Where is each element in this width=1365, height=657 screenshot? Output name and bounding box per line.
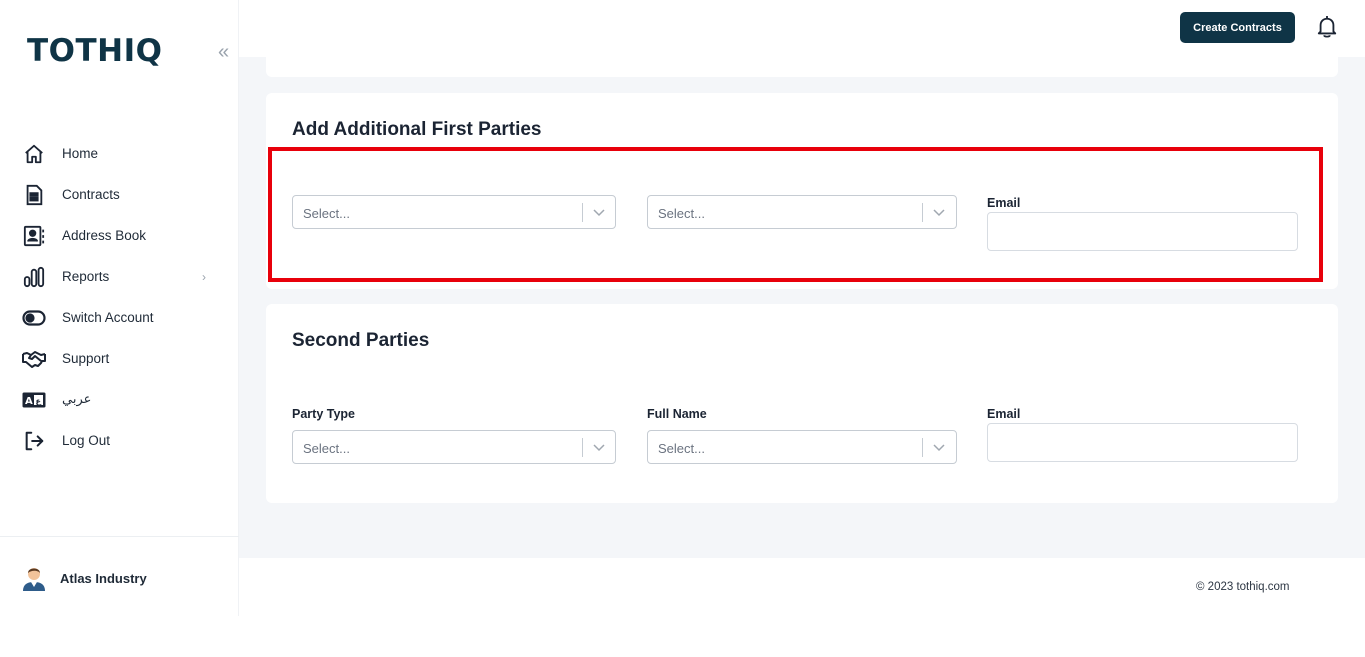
full-name-label: Full Name	[647, 407, 707, 421]
sidebar-item-logout[interactable]: Log Out	[22, 420, 222, 461]
sidebar-item-label: Contracts	[62, 187, 120, 202]
select-separator	[922, 203, 923, 222]
chevron-down-icon	[592, 440, 606, 454]
select-placeholder: Select...	[303, 206, 350, 221]
second-parties-card: Second Parties Party Type Select... Full…	[266, 304, 1338, 503]
previous-section-card	[266, 57, 1338, 77]
user-avatar-icon	[22, 565, 46, 591]
handshake-icon	[22, 347, 46, 371]
brand-logo[interactable]: TOTHIQ	[27, 33, 162, 69]
full-name-select[interactable]: Select...	[647, 195, 957, 229]
chevron-down-icon	[592, 205, 606, 219]
party-type-select[interactable]: Select...	[292, 195, 616, 229]
party-type-label: Party Type	[292, 407, 355, 421]
copyright-text: © 2023 tothiq.com	[1196, 581, 1290, 593]
email-field[interactable]	[987, 212, 1298, 251]
email-label: Email	[987, 196, 1021, 210]
section-title: Second Parties	[292, 330, 430, 351]
party-type-select[interactable]: Select...	[292, 430, 616, 464]
section-title: Add Additional First Parties	[292, 119, 542, 140]
footer: © 2023 tothiq.com	[239, 558, 1365, 616]
home-icon	[22, 142, 46, 166]
address-book-icon	[22, 224, 46, 248]
sidebar-item-contracts[interactable]: Contracts	[22, 174, 222, 215]
email-label: Email	[987, 407, 1021, 421]
select-placeholder: Select...	[658, 441, 705, 456]
collapse-sidebar-icon[interactable]: «	[218, 42, 229, 62]
top-bar: Create Contracts	[239, 0, 1365, 57]
toggle-icon	[22, 306, 46, 330]
select-placeholder: Select...	[658, 206, 705, 221]
svg-text:A: A	[25, 396, 33, 407]
sidebar-nav: Home Contracts Address Book Reports › Sw…	[22, 133, 222, 461]
user-profile[interactable]: Atlas Industry	[0, 536, 239, 616]
sidebar-item-support[interactable]: Support	[22, 338, 222, 379]
first-parties-card: Add Additional First Parties Select... S…	[266, 93, 1338, 289]
document-icon	[22, 183, 46, 207]
sidebar-item-language[interactable]: Aع عربي	[22, 379, 222, 420]
select-separator	[582, 203, 583, 222]
select-separator	[922, 438, 923, 457]
chevron-right-icon: ›	[202, 269, 206, 284]
sidebar-item-label: Support	[62, 351, 110, 366]
sidebar-item-label: عربي	[62, 392, 92, 407]
sidebar-item-label: Switch Account	[62, 310, 154, 325]
sidebar-item-switch-account[interactable]: Switch Account	[22, 297, 222, 338]
sidebar-item-address-book[interactable]: Address Book	[22, 215, 222, 256]
email-field[interactable]	[987, 423, 1298, 462]
bell-icon[interactable]	[1316, 15, 1338, 39]
user-name: Atlas Industry	[60, 571, 147, 586]
svg-text:ع: ع	[36, 396, 42, 405]
select-placeholder: Select...	[303, 441, 350, 456]
sidebar-item-label: Reports	[62, 269, 110, 284]
sidebar-item-reports[interactable]: Reports ›	[22, 256, 222, 297]
create-contracts-button[interactable]: Create Contracts	[1180, 12, 1295, 43]
translate-icon: Aع	[22, 388, 46, 412]
full-name-select[interactable]: Select...	[647, 430, 957, 464]
chevron-down-icon	[932, 440, 946, 454]
sidebar-item-label: Address Book	[62, 228, 147, 243]
bar-chart-icon	[22, 265, 46, 289]
main-content: Create Contracts Add Additional First Pa…	[239, 0, 1365, 616]
sidebar-item-home[interactable]: Home	[22, 133, 222, 174]
sidebar-item-label: Log Out	[62, 433, 111, 448]
app-root: TOTHIQ « Home Contracts Address Book Rep…	[0, 0, 1365, 657]
sidebar: TOTHIQ « Home Contracts Address Book Rep…	[0, 0, 239, 616]
select-separator	[582, 438, 583, 457]
logout-icon	[22, 429, 46, 453]
sidebar-item-label: Home	[62, 146, 99, 161]
chevron-down-icon	[932, 205, 946, 219]
